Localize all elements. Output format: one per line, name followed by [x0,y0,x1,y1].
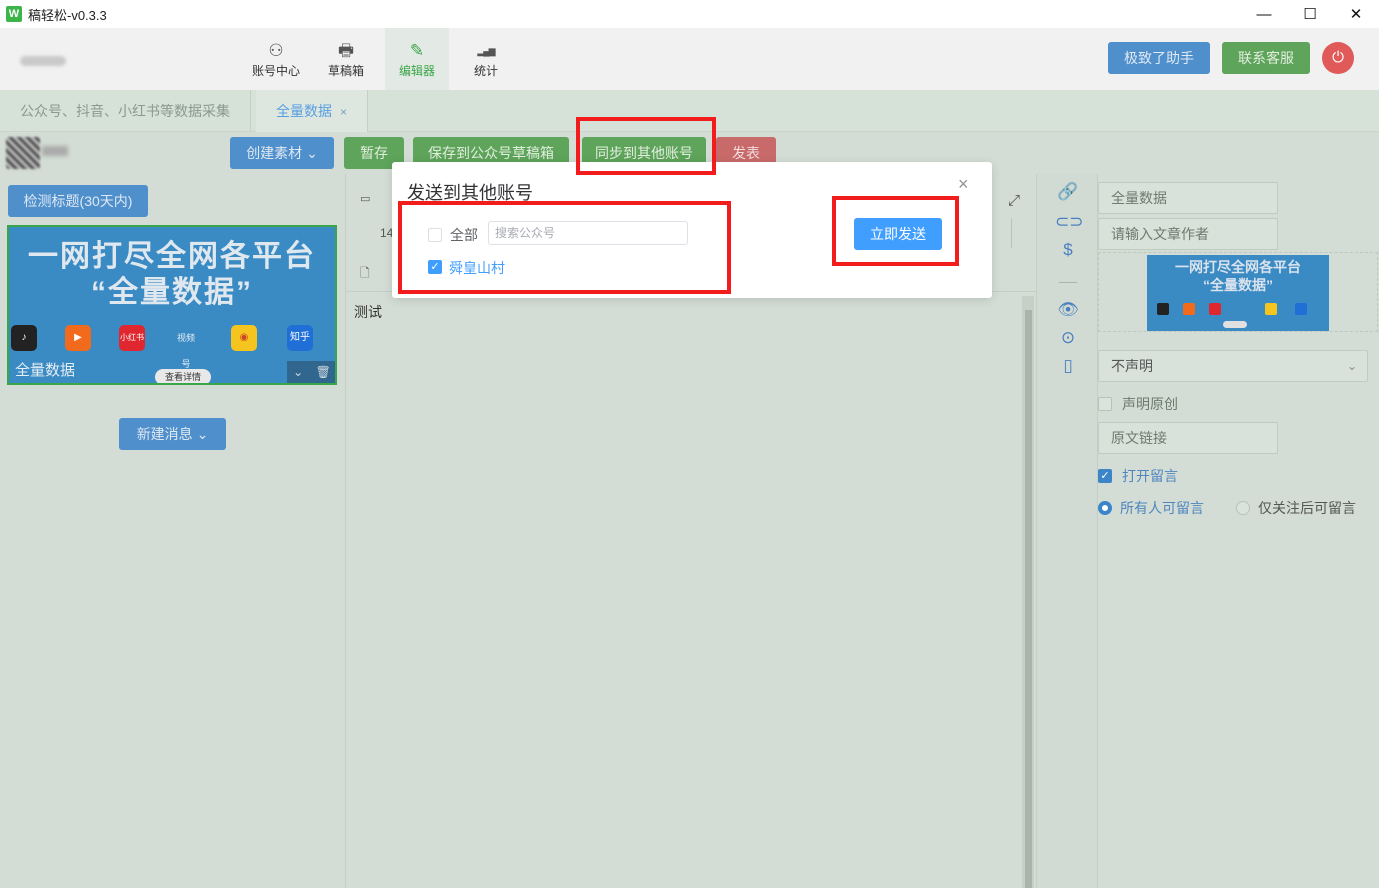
fullscreen-icon[interactable]: ⤢ [1008,192,1020,209]
editor-content[interactable]: 测试 [354,302,382,322]
close-icon[interactable]: × [340,105,347,119]
highlight-send-button [832,196,959,266]
qr-code-avatar [6,137,40,169]
user-icon: ⚇ [268,40,284,60]
title-bar: W 稿轻松-v0.3.3 — ☐ ✕ [0,0,1379,28]
checkbox-label: 打开留言 [1122,468,1178,484]
card-controls: ⌄ 🗑 [287,361,335,383]
button-label: 新建消息 [136,426,193,442]
nav-label: 统计 [473,63,498,78]
format-icon[interactable]: ▭ [360,192,370,205]
shipinhao-icon [1235,303,1247,315]
xiaohongshu-icon [1209,303,1221,315]
article-cover-card[interactable]: 一网打尽全网各平台 “全量数据” ♪ ▶ 小红书 视频号 ◉ 知乎 全量数据 查… [7,225,337,385]
tab-label: 全量数据 [276,103,332,119]
close-icon[interactable]: × [958,174,969,195]
chevron-down-icon: ⌄ [1346,359,1357,373]
article-settings-panel: 全量数据 请输入文章作者 一网打尽全网各平台 “全量数据” 不声明 ⌄ 声明原创… [1098,174,1379,888]
source-link-input[interactable]: 原文链接 [1098,422,1278,454]
contact-service-button[interactable]: 联系客服 [1222,42,1310,74]
chevron-down-icon: ⌄ [196,426,209,442]
chevron-down-icon[interactable]: ⌄ [293,361,303,383]
power-icon[interactable]: ⏻ [1322,42,1354,74]
cover-headline: 一网打尽全网各平台 [1175,259,1301,275]
bar-chart-icon: ▂▄▆ [477,45,495,56]
check-title-button[interactable]: 检测标题(30天内) [8,185,148,217]
title-input[interactable]: 全量数据 [1098,182,1278,214]
nav-label: 账号中心 [251,63,300,78]
app-logo-icon: W [6,6,22,22]
window-title: 稿轻松-v0.3.3 [28,7,107,23]
nav-label: 编辑器 [398,63,435,78]
radio-label: 仅关注后可留言 [1258,500,1356,516]
nav-drafts[interactable]: 🖶 草稿箱 [314,28,378,90]
radio-label: 所有人可留言 [1120,500,1204,516]
xiaohongshu-icon: 小红书 [119,325,145,351]
douyin-icon [1157,303,1169,315]
open-comments-checkbox[interactable]: ✓ [1098,469,1112,483]
cover-thumbnail[interactable]: 一网打尽全网各平台 “全量数据” [1098,252,1378,332]
original-checkbox[interactable] [1098,397,1112,411]
mobile-preview-icon[interactable]: ▯ [1055,356,1081,380]
window-controls: — ☐ ✕ [1241,0,1379,28]
open-comments-row[interactable]: ✓ 打开留言 [1098,466,1178,486]
create-material-button[interactable]: 创建素材 ⌄ [230,137,334,169]
comment-all-radio[interactable] [1098,501,1112,515]
declare-select[interactable]: 不声明 ⌄ [1098,350,1368,382]
tab-full-data[interactable]: 全量数据 × [256,90,369,132]
weibo-icon [1265,303,1277,315]
top-navigation: ⚇ 账号中心 🖶 草稿箱 ✎ 编辑器 ▂▄▆ 统计 极致了助手 联系客服 ⏻ [0,28,1379,90]
article-title: 全量数据 [15,362,76,379]
view-details-mini [1223,321,1247,328]
link-icon[interactable]: 🔗 [1055,182,1081,206]
button-label: 创建素材 [246,145,303,161]
close-window-button[interactable]: ✕ [1333,0,1379,28]
nav-editor[interactable]: ✎ 编辑器 [385,28,449,90]
nav-statistics[interactable]: ▂▄▆ 统计 [454,28,518,90]
article-list-panel: 检测标题(30天内) 一网打尽全网各平台 “全量数据” ♪ ▶ 小红书 视频号 … [0,174,346,888]
original-checkbox-row[interactable]: 声明原创 [1098,394,1178,414]
nav-label: 草稿箱 [327,63,364,78]
scrollbar-thumb[interactable] [1025,310,1032,888]
weibo-icon: ◉ [231,325,257,351]
shipinhao-icon: 视频号 [176,333,195,369]
divider [1059,282,1077,283]
select-value: 不声明 [1111,358,1153,374]
dollar-icon[interactable]: $ [1055,240,1081,264]
comment-all-radio-row[interactable]: 所有人可留言 [1098,498,1204,518]
checkbox-label: 声明原创 [1122,396,1178,412]
zhihu-icon: 知乎 [287,325,313,351]
douyin-icon: ♪ [11,325,37,351]
minimize-button[interactable]: — [1241,0,1287,28]
printer-icon: 🖶 [337,40,355,60]
nav-account-center[interactable]: ⚇ 账号中心 [244,28,308,90]
scan-icon[interactable]: ⊙ [1055,328,1081,352]
search-doc-icon[interactable]: 🗋 [360,264,370,285]
banner-subheadline: “全量数据” [91,276,253,309]
tab-data-collection[interactable]: 公众号、抖音、小红书等数据采集 [0,90,251,132]
cover-subheadline: “全量数据” [1203,277,1273,293]
cover-image: 一网打尽全网各平台 “全量数据” [1147,255,1329,331]
view-details-button[interactable]: 查看详情 [155,369,211,383]
tab-label: 公众号、抖音、小红书等数据采集 [20,103,230,119]
chain-link-icon[interactable]: ⊂⊃ [1055,212,1084,236]
maximize-button[interactable]: ☐ [1287,0,1333,28]
pencil-icon: ✎ [409,40,425,60]
trash-icon[interactable]: 🗑 [316,361,331,383]
helper-button[interactable]: 极致了助手 [1108,42,1210,74]
account-name-blur [42,146,68,156]
comment-followers-radio[interactable] [1236,501,1250,515]
kuaishou-icon: ▶ [65,325,91,351]
highlight-sync-button [576,117,716,175]
author-input[interactable]: 请输入文章作者 [1098,218,1278,250]
new-message-button[interactable]: 新建消息 ⌄ [119,418,226,450]
account-avatar[interactable] [20,56,66,66]
chevron-down-icon: ⌄ [306,145,318,161]
highlight-account-selection [398,201,731,294]
comment-followers-radio-row[interactable]: 仅关注后可留言 [1236,498,1356,518]
zhihu-icon [1295,303,1307,315]
kuaishou-icon [1183,303,1195,315]
eye-icon[interactable]: 👁 [1055,300,1081,324]
tool-strip: 🔗 ⊂⊃ $ 👁 ⊙ ▯ [1036,174,1098,888]
